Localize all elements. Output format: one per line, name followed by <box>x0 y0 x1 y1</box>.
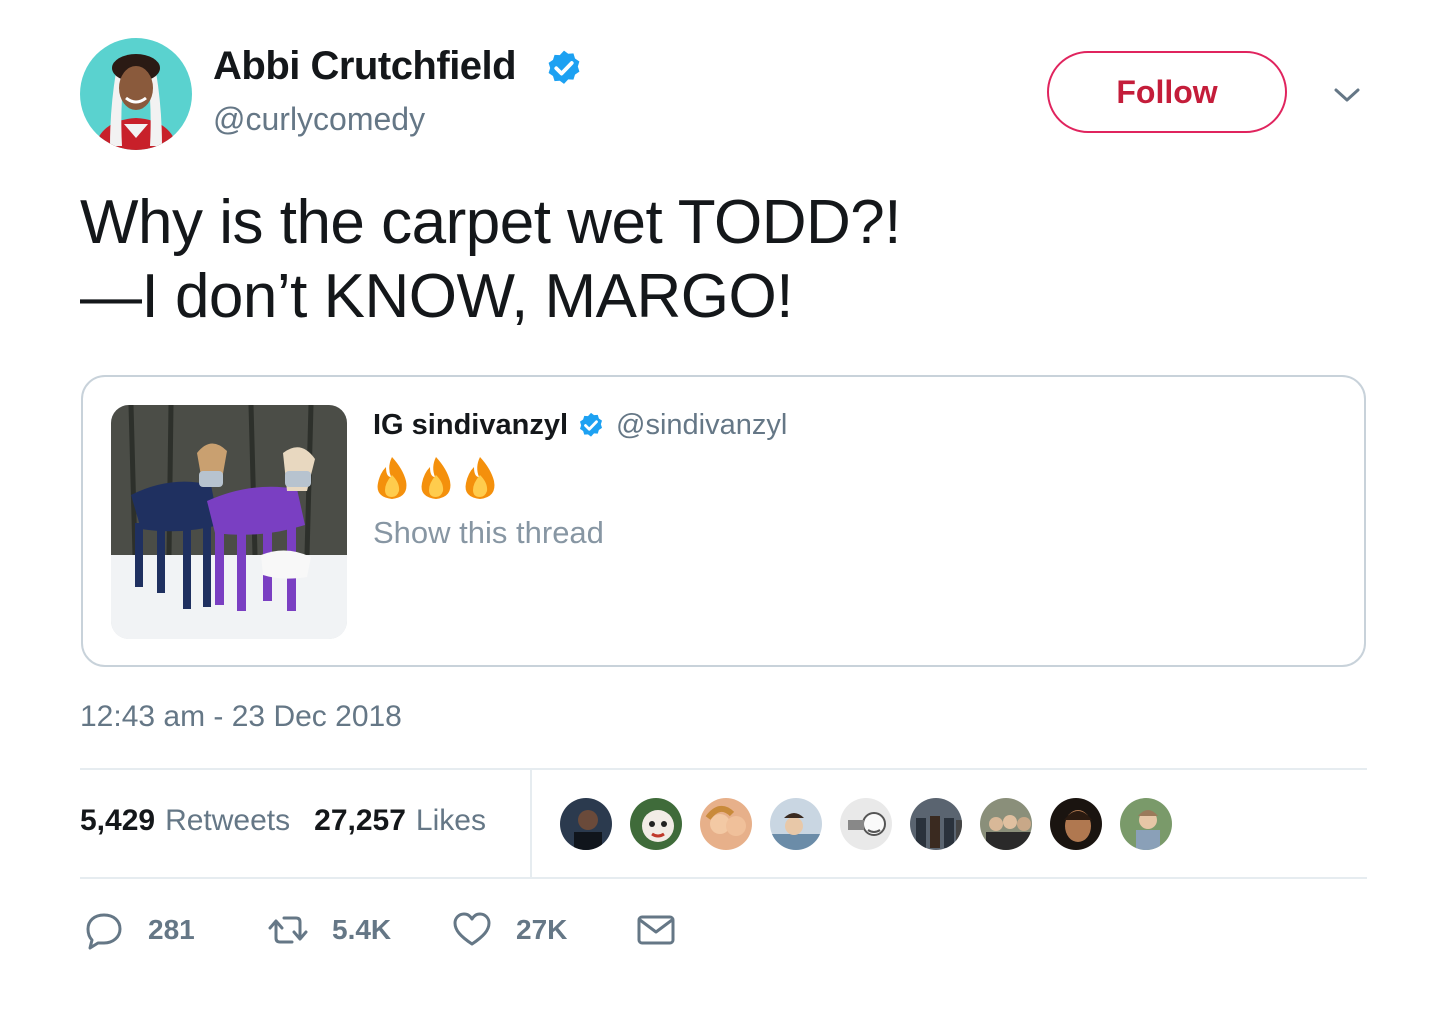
retweets-count: 5,429 <box>80 804 156 837</box>
chevron-down-icon[interactable] <box>1330 82 1364 106</box>
like-count: 27K <box>516 914 568 945</box>
retweet-count: 5.4K <box>332 914 392 945</box>
liker-avatars <box>558 796 1174 852</box>
verified-badge-icon <box>548 50 580 84</box>
retweet-icon <box>268 916 308 944</box>
tweet-line-1: Why is the carpet wet TODD?! <box>80 188 902 257</box>
stats-divider-top <box>80 768 1367 770</box>
quoted-author-handle[interactable]: @sindivanzyl <box>616 409 787 442</box>
author-avatar[interactable] <box>80 38 192 150</box>
liker-avatar[interactable] <box>838 796 894 852</box>
likes-count: 27,257 <box>314 804 406 837</box>
liker-avatar[interactable] <box>698 796 754 852</box>
quoted-tweet-card[interactable]: IG sindivanzyl @sindivanzyl Show this th… <box>81 375 1366 667</box>
author-display-name[interactable]: Abbi Crutchfield <box>213 44 517 89</box>
mail-icon <box>637 915 675 945</box>
retweet-action[interactable]: 5.4K <box>268 910 391 950</box>
liker-avatar[interactable] <box>628 796 684 852</box>
like-action[interactable]: 27K <box>452 910 567 950</box>
fire-emoji <box>377 457 407 499</box>
quoted-author-name[interactable]: IG sindivanzyl <box>373 409 568 442</box>
liker-avatar[interactable] <box>768 796 824 852</box>
quoted-tweet-image[interactable] <box>111 405 347 639</box>
direct-message-action[interactable] <box>636 910 676 950</box>
tweet-timestamp[interactable]: 12:43 am - 23 Dec 2018 <box>80 700 402 734</box>
fire-emoji <box>465 457 495 499</box>
reply-icon <box>86 913 122 950</box>
stats-divider-bottom <box>80 877 1367 879</box>
author-handle[interactable]: @curlycomedy <box>213 101 425 138</box>
liker-avatar[interactable] <box>1048 796 1104 852</box>
tweet-stats: 5,429 Retweets 27,257 Likes <box>80 804 486 838</box>
likes-stat[interactable]: 27,257 Likes <box>314 804 486 838</box>
likes-label: Likes <box>415 804 486 837</box>
heart-icon <box>453 912 491 946</box>
retweets-label: Retweets <box>165 804 291 837</box>
tweet-text: Why is the carpet wet TODD?! —I don’t KN… <box>80 186 902 334</box>
liker-avatar[interactable] <box>558 796 614 852</box>
retweets-stat[interactable]: 5,429 Retweets <box>80 804 290 838</box>
follow-button[interactable]: Follow <box>1047 51 1287 133</box>
verified-badge-icon <box>580 412 602 437</box>
liker-avatar[interactable] <box>908 796 964 852</box>
tweet-line-2: —I don’t KNOW, MARGO! <box>80 262 793 331</box>
quoted-tweet-emoji <box>373 455 499 501</box>
tweet-actions: 281 5.4K 27K <box>84 910 704 952</box>
reply-action[interactable]: 281 <box>84 910 195 950</box>
reply-count: 281 <box>148 914 195 945</box>
stats-divider-vertical <box>530 770 532 877</box>
show-thread-link[interactable]: Show this thread <box>373 515 604 551</box>
liker-avatar[interactable] <box>1118 796 1174 852</box>
fire-emoji <box>421 457 451 499</box>
quoted-tweet-header: IG sindivanzyl @sindivanzyl <box>373 409 787 442</box>
liker-avatar[interactable] <box>978 796 1034 852</box>
